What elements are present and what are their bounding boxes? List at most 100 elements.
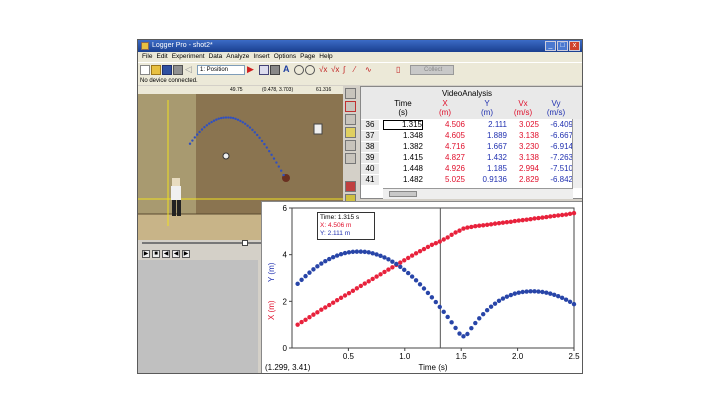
step-forward-icon[interactable]: ▶ (182, 250, 190, 258)
table-cell-x[interactable]: 4.716 (425, 142, 465, 152)
data-point-y (303, 273, 308, 279)
table-row[interactable]: 40 1.448 4.926 1.185 2.994 -7.510 (361, 164, 573, 174)
table-cell-vx[interactable]: 2.994 (507, 164, 539, 174)
video-tool-photogate[interactable] (345, 140, 356, 151)
autoscale-icon[interactable]: A (283, 65, 293, 75)
table-cell-vy[interactable]: -7.263 (539, 153, 573, 163)
table-cell-time[interactable]: 1.348 (383, 131, 423, 141)
table-vertical-scrollbar[interactable] (572, 119, 582, 188)
page-select[interactable]: 1: Position (197, 65, 245, 75)
table-cell-x[interactable]: 4.506 (425, 120, 465, 130)
table-cell-y[interactable]: 1.185 (467, 164, 507, 174)
save-icon[interactable] (162, 65, 172, 75)
table-cell-vx[interactable]: 3.230 (507, 142, 539, 152)
delete-icon[interactable] (270, 65, 280, 75)
data-point-x (477, 223, 482, 228)
table-cell-x[interactable]: 4.926 (425, 164, 465, 174)
data-point-y (307, 270, 312, 275)
back-arrow-icon[interactable]: ◁ (185, 65, 195, 75)
table-cell-vx[interactable]: 2.829 (507, 175, 539, 185)
video-tool-origin[interactable] (345, 114, 356, 125)
graph-panel[interactable]: 0.5 1.0 1.5 2.0 2.5 0 2 4 6 Time (s) X (m) Y (m) Ti… (261, 201, 583, 374)
video-tool-ruler[interactable] (345, 153, 356, 164)
tangent-icon[interactable]: √x (331, 65, 341, 75)
table-cell-y[interactable]: 1.667 (467, 142, 507, 152)
table-cell-y[interactable]: 1.432 (467, 153, 507, 163)
table-row[interactable]: 38 1.382 4.716 1.667 3.230 -6.914 (361, 142, 573, 152)
table-cell-y[interactable]: 2.111 (467, 120, 507, 130)
open-folder-icon[interactable] (151, 65, 161, 75)
data-point-y (445, 314, 450, 320)
zoom-in-icon[interactable] (294, 65, 304, 75)
table-cell-n[interactable]: 41 (361, 175, 379, 185)
trajectory-point (222, 116, 225, 119)
table-cell-n[interactable]: 37 (361, 131, 379, 141)
table-cell-time[interactable]: 1.382 (383, 142, 423, 152)
table-row[interactable]: 41 1.482 5.025 0.9136 2.829 -6.842 (361, 175, 573, 185)
menu-data[interactable]: Data (209, 52, 223, 62)
table-cell-vy[interactable]: -7.510 (539, 164, 573, 174)
table-cell-time[interactable]: 1.482 (383, 175, 423, 185)
next-page-icon[interactable]: ▶ (247, 65, 257, 75)
position-time-graph[interactable]: 0.5 1.0 1.5 2.0 2.5 0 2 4 6 Time (s) X (m) Y (m) (262, 202, 583, 374)
table-cell-vx[interactable]: 3.138 (507, 153, 539, 163)
video-tool-select[interactable] (345, 88, 356, 99)
table-row[interactable]: 36 1.315 4.506 2.111 3.025 -6.409 (361, 120, 573, 130)
table-cell-vx[interactable]: 3.138 (507, 131, 539, 141)
new-file-icon[interactable] (140, 65, 150, 75)
examine-icon[interactable]: √x (319, 65, 329, 75)
maximize-button[interactable]: □ (557, 41, 568, 51)
table-cell-time[interactable]: 1.415 (383, 153, 423, 163)
table-cell-vy[interactable]: -6.409 (539, 120, 573, 130)
trajectory-point (270, 153, 273, 156)
linear-fit-icon[interactable]: ⁄ (354, 65, 364, 75)
table-cell-y[interactable]: 0.9136 (467, 175, 507, 185)
collect-button[interactable]: Collect (410, 65, 454, 75)
table-cell-x[interactable]: 4.827 (425, 153, 465, 163)
table-cell-vy[interactable]: -6.914 (539, 142, 573, 152)
table-cell-vx[interactable]: 3.025 (507, 120, 539, 130)
table-row[interactable]: 37 1.348 4.605 1.889 3.138 -6.667 (361, 131, 573, 141)
close-button[interactable]: x (569, 41, 580, 51)
step-back-icon[interactable]: ◀ (172, 250, 180, 258)
rewind-icon[interactable]: ◀ (162, 250, 170, 258)
menu-edit[interactable]: Edit (156, 52, 167, 62)
video-tool-add-point[interactable] (345, 101, 356, 112)
menu-page[interactable]: Page (300, 52, 315, 62)
data-table[interactable]: VideoAnalysis Time (s) X (m) Y (m) Vx (m… (360, 86, 582, 199)
table-row[interactable]: 39 1.415 4.827 1.432 3.138 -7.263 (361, 153, 573, 163)
table-cell-n[interactable]: 40 (361, 164, 379, 174)
video-tool-hide[interactable] (345, 181, 356, 192)
table-cell-vy[interactable]: -6.842 (539, 175, 573, 185)
zoom-out-icon[interactable] (305, 65, 315, 75)
minimize-button[interactable]: _ (545, 41, 556, 51)
menu-help[interactable]: Help (319, 52, 332, 62)
table-cell-n[interactable]: 36 (361, 120, 379, 130)
menu-analyze[interactable]: Analyze (226, 52, 249, 62)
print-icon[interactable] (173, 65, 183, 75)
curve-fit-icon[interactable]: ∿ (365, 65, 375, 75)
table-cell-time[interactable]: 1.315 (383, 120, 423, 130)
table-cell-n[interactable]: 39 (361, 153, 379, 163)
menu-insert[interactable]: Insert (253, 52, 269, 62)
stop-icon[interactable]: ■ (152, 250, 160, 258)
menu-file[interactable]: File (142, 52, 152, 62)
table-cell-y[interactable]: 1.889 (467, 131, 507, 141)
table-cell-x[interactable]: 5.025 (425, 175, 465, 185)
stats-icon[interactable]: ▯ (396, 65, 406, 75)
data-browser-icon[interactable] (259, 65, 269, 75)
table-horizontal-scrollbar[interactable] (383, 188, 573, 199)
table-scroll-thumb[interactable] (389, 191, 417, 197)
table-cell-time[interactable]: 1.448 (383, 164, 423, 174)
table-cell-n[interactable]: 38 (361, 142, 379, 152)
integral-icon[interactable]: ∫ (343, 65, 353, 75)
video-tool-scale[interactable] (345, 127, 356, 138)
y-tick-label: 0 (283, 344, 288, 353)
scrubber-handle[interactable] (242, 240, 248, 246)
play-icon[interactable]: ▶ (142, 250, 150, 258)
table-cell-vy[interactable]: -6.667 (539, 131, 573, 141)
data-point-y (488, 304, 494, 309)
menu-options[interactable]: Options (274, 52, 296, 62)
menu-experiment[interactable]: Experiment (172, 52, 205, 62)
table-cell-x[interactable]: 4.605 (425, 131, 465, 141)
